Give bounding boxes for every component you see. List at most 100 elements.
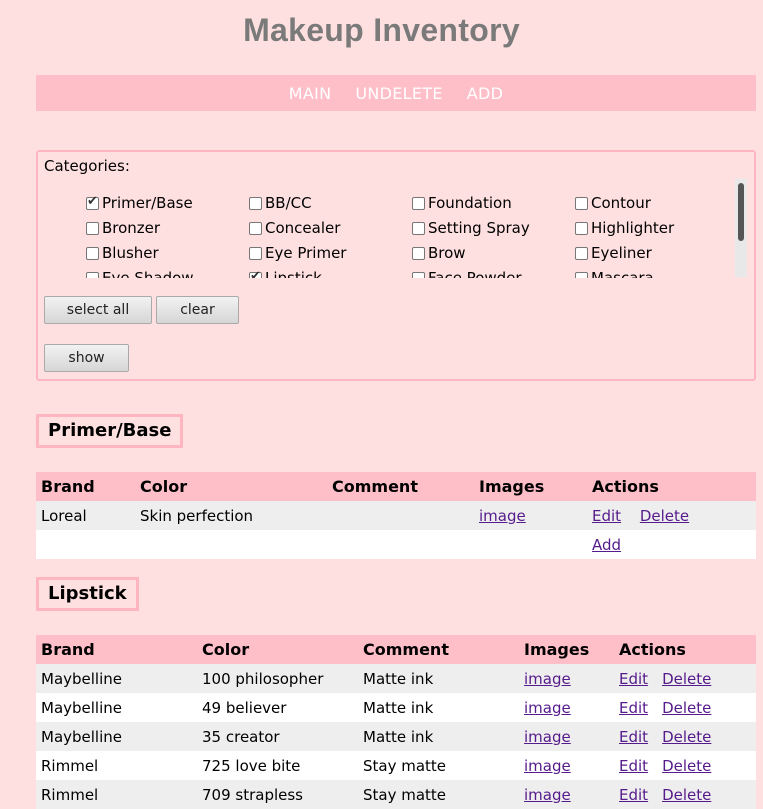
cell-color: Skin perfection bbox=[135, 501, 327, 530]
edit-link[interactable]: Edit bbox=[619, 786, 648, 804]
delete-link[interactable]: Delete bbox=[662, 728, 711, 746]
delete-link[interactable]: Delete bbox=[640, 507, 689, 525]
category-label: Blusher bbox=[102, 244, 159, 262]
category-label: Contour bbox=[591, 194, 651, 212]
category-checkbox[interactable] bbox=[86, 221, 99, 235]
table-row: Maybelline 35 creator Matte ink image Edit De… bbox=[36, 722, 756, 751]
cell-comment: Stay matte bbox=[358, 780, 519, 809]
category-option[interactable]: Blusher bbox=[86, 243, 159, 263]
edit-link[interactable]: Edit bbox=[619, 757, 648, 775]
cell-comment: Stay matte bbox=[358, 751, 519, 780]
category-option[interactable]: Setting Spray bbox=[412, 218, 530, 238]
categories-panel: Categories: Primer/Base BB/CC Foundation Co… bbox=[36, 150, 756, 381]
category-label: Eye Primer bbox=[265, 244, 347, 262]
category-option[interactable]: Eyeliner bbox=[575, 243, 652, 263]
top-nav: MAIN UNDELETE ADD bbox=[36, 75, 756, 111]
table-row: Rimmel 709 strapless Stay matte image Edit De… bbox=[36, 780, 756, 809]
category-label: Bronzer bbox=[102, 219, 161, 237]
category-checkbox[interactable] bbox=[412, 221, 425, 235]
cell-brand: Rimmel bbox=[36, 751, 197, 780]
add-row: Add bbox=[36, 530, 756, 559]
cell-brand: Maybelline bbox=[36, 722, 197, 751]
delete-link[interactable]: Delete bbox=[662, 699, 711, 717]
category-option[interactable]: Foundation bbox=[412, 193, 512, 213]
image-link[interactable]: image bbox=[524, 728, 571, 746]
cell-color: 49 believer bbox=[197, 693, 358, 722]
category-checkbox[interactable] bbox=[249, 246, 262, 260]
category-checkbox[interactable] bbox=[249, 221, 262, 235]
select-all-button[interactable]: select all bbox=[44, 296, 152, 324]
category-option[interactable]: Bronzer bbox=[86, 218, 160, 238]
nav-undelete[interactable]: UNDELETE bbox=[355, 84, 442, 103]
delete-link[interactable]: Delete bbox=[662, 757, 711, 775]
category-label: Foundation bbox=[428, 194, 512, 212]
cell-comment bbox=[327, 501, 474, 530]
scrollbar-thumb[interactable] bbox=[738, 183, 744, 241]
image-link[interactable]: image bbox=[524, 699, 571, 717]
clear-button[interactable]: clear bbox=[156, 296, 239, 324]
col-color: Color bbox=[135, 472, 327, 501]
categories-scrollbar[interactable] bbox=[735, 179, 747, 277]
col-images: Images bbox=[519, 635, 614, 664]
image-link[interactable]: image bbox=[524, 786, 571, 804]
cell-color: 100 philosopher bbox=[197, 664, 358, 693]
category-checkbox[interactable] bbox=[575, 196, 588, 210]
nav-add[interactable]: ADD bbox=[467, 84, 504, 103]
section-title-lipstick: Lipstick bbox=[36, 577, 139, 611]
category-option[interactable]: BB/CC bbox=[249, 193, 312, 213]
edit-link[interactable]: Edit bbox=[619, 728, 648, 746]
col-color: Color bbox=[197, 635, 358, 664]
cell-color: 35 creator bbox=[197, 722, 358, 751]
category-checkbox[interactable] bbox=[412, 196, 425, 210]
table-row: Maybelline 100 philosopher Matte ink image E… bbox=[36, 664, 756, 693]
nav-main[interactable]: MAIN bbox=[289, 84, 332, 103]
category-checkbox[interactable] bbox=[249, 196, 262, 210]
category-checkbox[interactable] bbox=[575, 221, 588, 235]
cell-comment: Matte ink bbox=[358, 722, 519, 751]
category-option[interactable]: Brow bbox=[412, 243, 466, 263]
delete-link[interactable]: Delete bbox=[662, 670, 711, 688]
category-label: Face Powder bbox=[428, 269, 522, 278]
category-option[interactable]: Primer/Base bbox=[86, 193, 193, 213]
category-label: Mascara bbox=[591, 269, 654, 278]
section-title-primer-base: Primer/Base bbox=[36, 414, 184, 448]
category-checkbox[interactable] bbox=[249, 269, 262, 278]
category-label: Eye Shadow bbox=[102, 269, 194, 278]
category-checkbox[interactable] bbox=[412, 271, 425, 278]
edit-link[interactable]: Edit bbox=[619, 670, 648, 688]
show-button[interactable]: show bbox=[44, 344, 129, 372]
category-label: Setting Spray bbox=[428, 219, 530, 237]
category-checkbox[interactable] bbox=[86, 194, 99, 210]
edit-link[interactable]: Edit bbox=[592, 507, 621, 525]
cell-brand: Loreal bbox=[36, 501, 135, 530]
image-link[interactable]: image bbox=[524, 757, 571, 775]
category-checkbox[interactable] bbox=[86, 271, 99, 278]
category-checkbox[interactable] bbox=[575, 271, 588, 278]
delete-link[interactable]: Delete bbox=[662, 786, 711, 804]
category-option[interactable]: Eye Shadow bbox=[86, 268, 194, 278]
lipstick-table: Brand Color Comment Images Actions Maybe… bbox=[36, 635, 756, 809]
edit-link[interactable]: Edit bbox=[619, 699, 648, 717]
cell-color: 709 strapless bbox=[197, 780, 358, 809]
cell-comment: Matte ink bbox=[358, 693, 519, 722]
category-checkbox[interactable] bbox=[86, 246, 99, 260]
category-option[interactable]: Highlighter bbox=[575, 218, 674, 238]
image-link[interactable]: image bbox=[479, 507, 526, 525]
category-label: BB/CC bbox=[265, 194, 312, 212]
category-option[interactable]: Eye Primer bbox=[249, 243, 346, 263]
category-label: Concealer bbox=[265, 219, 341, 237]
col-comment: Comment bbox=[358, 635, 519, 664]
category-checkbox[interactable] bbox=[412, 246, 425, 260]
category-option[interactable]: Lipstick bbox=[249, 268, 322, 278]
categories-list: Primer/Base BB/CC Foundation Contour Bronzer… bbox=[86, 193, 736, 278]
category-option[interactable]: Mascara bbox=[575, 268, 654, 278]
add-link[interactable]: Add bbox=[592, 536, 621, 554]
category-checkbox[interactable] bbox=[575, 246, 588, 260]
category-option[interactable]: Contour bbox=[575, 193, 651, 213]
category-option[interactable]: Face Powder bbox=[412, 268, 522, 278]
cell-brand: Maybelline bbox=[36, 693, 197, 722]
image-link[interactable]: image bbox=[524, 670, 571, 688]
category-label: Highlighter bbox=[591, 219, 675, 237]
category-option[interactable]: Concealer bbox=[249, 218, 340, 238]
col-brand: Brand bbox=[36, 635, 197, 664]
